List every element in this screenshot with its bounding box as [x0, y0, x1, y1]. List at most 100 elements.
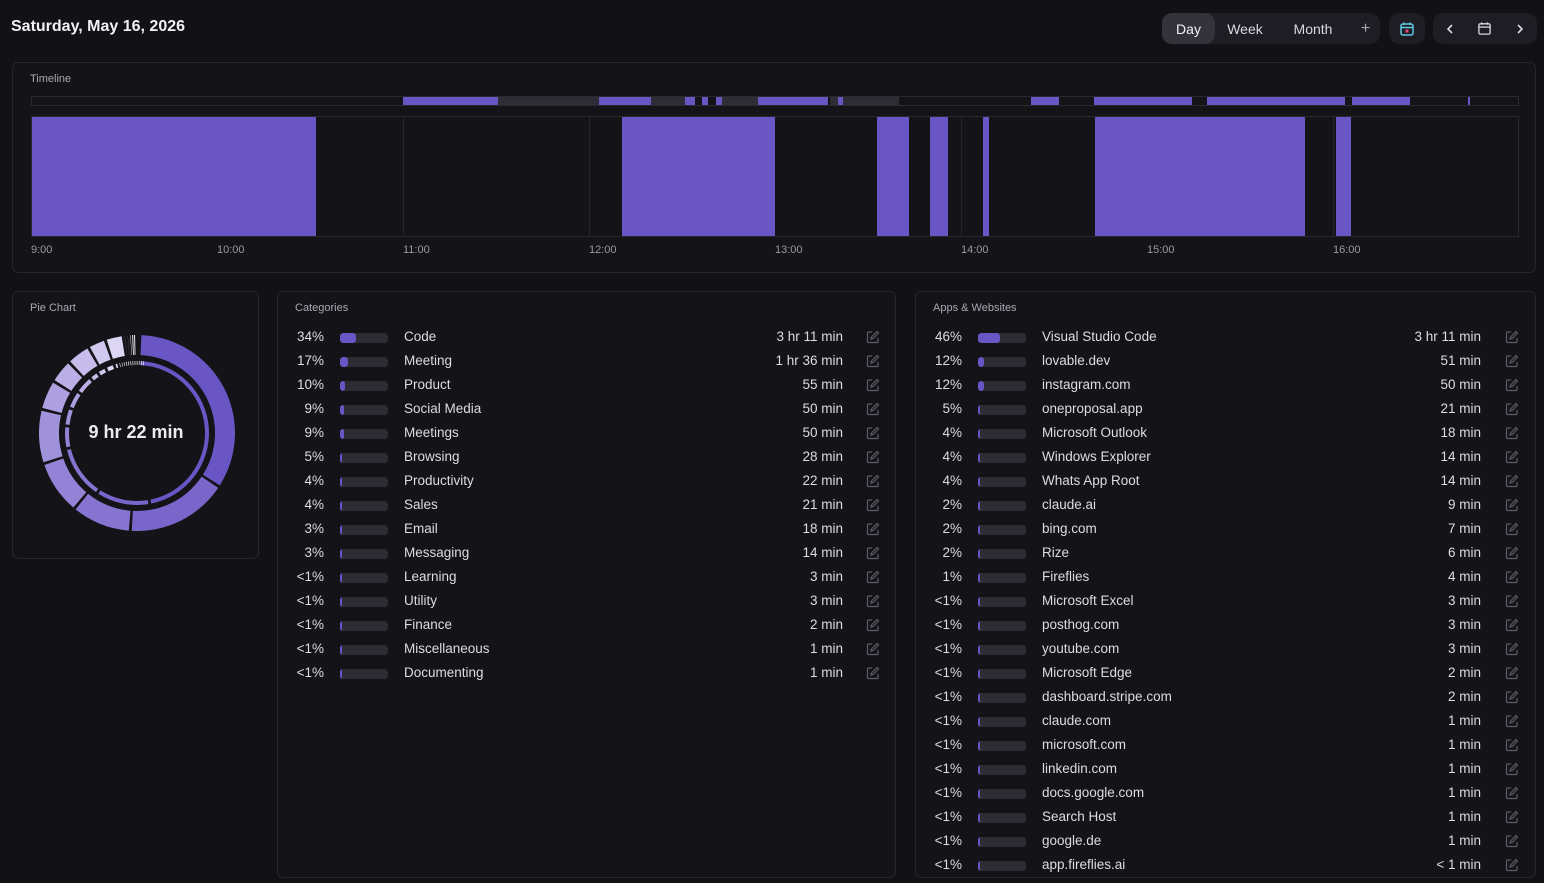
app-row[interactable]: <1% Search Host 1 min [916, 805, 1535, 829]
edit-icon[interactable] [866, 426, 880, 440]
edit-icon[interactable] [1505, 570, 1519, 584]
today-button[interactable] [1389, 13, 1425, 44]
edit-icon[interactable] [866, 474, 880, 488]
app-row[interactable]: 2% bing.com 7 min [916, 517, 1535, 541]
tab-week[interactable]: Week [1215, 13, 1275, 44]
date-picker-button[interactable] [1470, 13, 1500, 44]
category-row[interactable]: 9% Social Media 50 min [278, 397, 895, 421]
edit-icon[interactable] [866, 450, 880, 464]
app-slice[interactable] [69, 392, 81, 409]
edit-icon[interactable] [866, 522, 880, 536]
app-row[interactable]: 4% Whats App Root 14 min [916, 469, 1535, 493]
category-row[interactable]: 3% Email 18 min [278, 517, 895, 541]
app-slice[interactable] [134, 361, 136, 366]
category-slice[interactable] [127, 335, 130, 356]
app-row[interactable]: 4% Windows Explorer 14 min [916, 445, 1535, 469]
app-slice[interactable] [123, 362, 126, 367]
app-row[interactable]: 12% instagram.com 50 min [916, 373, 1535, 397]
timeline-overview-strip[interactable] [31, 96, 1519, 106]
activity-block[interactable] [877, 117, 909, 236]
edit-icon[interactable] [1505, 786, 1519, 800]
app-row[interactable]: <1% youtube.com 3 min [916, 637, 1535, 661]
app-row[interactable]: <1% microsoft.com 1 min [916, 733, 1535, 757]
category-row[interactable]: 34% Code 3 hr 11 min [278, 325, 895, 349]
app-slice[interactable] [130, 361, 132, 366]
category-row[interactable]: 17% Meeting 1 hr 36 min [278, 349, 895, 373]
edit-icon[interactable] [866, 402, 880, 416]
activity-block[interactable] [1095, 117, 1305, 236]
edit-icon[interactable] [866, 618, 880, 632]
category-row[interactable]: 9% Meetings 50 min [278, 421, 895, 445]
app-slice[interactable] [98, 368, 107, 376]
category-slice[interactable] [132, 335, 134, 356]
category-row[interactable]: <1% Utility 3 min [278, 589, 895, 613]
edit-icon[interactable] [866, 330, 880, 344]
app-slice[interactable] [136, 361, 138, 366]
edit-icon[interactable] [1505, 354, 1519, 368]
app-slice[interactable] [128, 361, 130, 366]
edit-icon[interactable] [1505, 714, 1519, 728]
app-slice[interactable] [121, 362, 123, 367]
edit-icon[interactable] [1505, 402, 1519, 416]
app-row[interactable]: <1% claude.com 1 min [916, 709, 1535, 733]
app-row[interactable]: 1% Fireflies 4 min [916, 565, 1535, 589]
add-view-button[interactable]: + [1351, 13, 1380, 44]
category-row[interactable]: 10% Product 55 min [278, 373, 895, 397]
category-slice[interactable] [106, 336, 125, 359]
edit-icon[interactable] [866, 378, 880, 392]
next-day-button[interactable] [1505, 13, 1535, 44]
app-slice[interactable] [125, 361, 128, 366]
edit-icon[interactable] [866, 498, 880, 512]
edit-icon[interactable] [1505, 378, 1519, 392]
app-row[interactable]: 5% oneproposal.app 21 min [916, 397, 1535, 421]
tab-day[interactable]: Day [1162, 13, 1215, 44]
app-row[interactable]: <1% google.de 1 min [916, 829, 1535, 853]
edit-icon[interactable] [866, 354, 880, 368]
app-row[interactable]: 46% Visual Studio Code 3 hr 11 min [916, 325, 1535, 349]
category-slice[interactable] [140, 335, 235, 486]
edit-icon[interactable] [1505, 762, 1519, 776]
app-row[interactable]: 2% Rize 6 min [916, 541, 1535, 565]
category-row[interactable]: <1% Learning 3 min [278, 565, 895, 589]
edit-icon[interactable] [1505, 618, 1519, 632]
category-slice[interactable] [75, 493, 131, 531]
category-slice[interactable] [134, 335, 136, 356]
app-slice[interactable] [132, 361, 134, 366]
category-row[interactable]: 3% Messaging 14 min [278, 541, 895, 565]
edit-icon[interactable] [1505, 546, 1519, 560]
edit-icon[interactable] [1505, 810, 1519, 824]
app-slice[interactable] [98, 490, 149, 505]
app-row[interactable]: <1% linkedin.com 1 min [916, 757, 1535, 781]
activity-block[interactable] [930, 117, 948, 236]
activity-block[interactable] [32, 117, 316, 236]
category-row[interactable]: 4% Sales 21 min [278, 493, 895, 517]
activity-block[interactable] [1336, 117, 1351, 236]
activity-block[interactable] [622, 117, 775, 236]
category-row[interactable]: <1% Documenting 1 min [278, 661, 895, 685]
category-row[interactable]: 5% Browsing 28 min [278, 445, 895, 469]
edit-icon[interactable] [1505, 642, 1519, 656]
edit-icon[interactable] [1505, 738, 1519, 752]
app-row[interactable]: <1% dashboard.stripe.com 2 min [916, 685, 1535, 709]
category-row[interactable]: <1% Finance 2 min [278, 613, 895, 637]
app-slice[interactable] [138, 361, 140, 366]
edit-icon[interactable] [1505, 498, 1519, 512]
app-row[interactable]: <1% Microsoft Excel 3 min [916, 589, 1535, 613]
edit-icon[interactable] [1505, 522, 1519, 536]
edit-icon[interactable] [866, 666, 880, 680]
app-slice[interactable] [91, 373, 99, 381]
category-row[interactable]: 4% Productivity 22 min [278, 469, 895, 493]
edit-icon[interactable] [1505, 690, 1519, 704]
app-row[interactable]: <1% app.fireflies.ai < 1 min [916, 853, 1535, 877]
category-slice[interactable] [44, 458, 87, 508]
edit-icon[interactable] [1505, 450, 1519, 464]
app-slice[interactable] [106, 365, 115, 372]
app-row[interactable]: <1% Microsoft Edge 2 min [916, 661, 1535, 685]
app-row[interactable]: 12% lovable.dev 51 min [916, 349, 1535, 373]
category-row[interactable]: <1% Miscellaneous 1 min [278, 637, 895, 661]
app-slice[interactable] [119, 363, 121, 368]
edit-icon[interactable] [1505, 834, 1519, 848]
app-row[interactable]: <1% posthog.com 3 min [916, 613, 1535, 637]
activity-block[interactable] [983, 117, 989, 236]
edit-icon[interactable] [866, 546, 880, 560]
